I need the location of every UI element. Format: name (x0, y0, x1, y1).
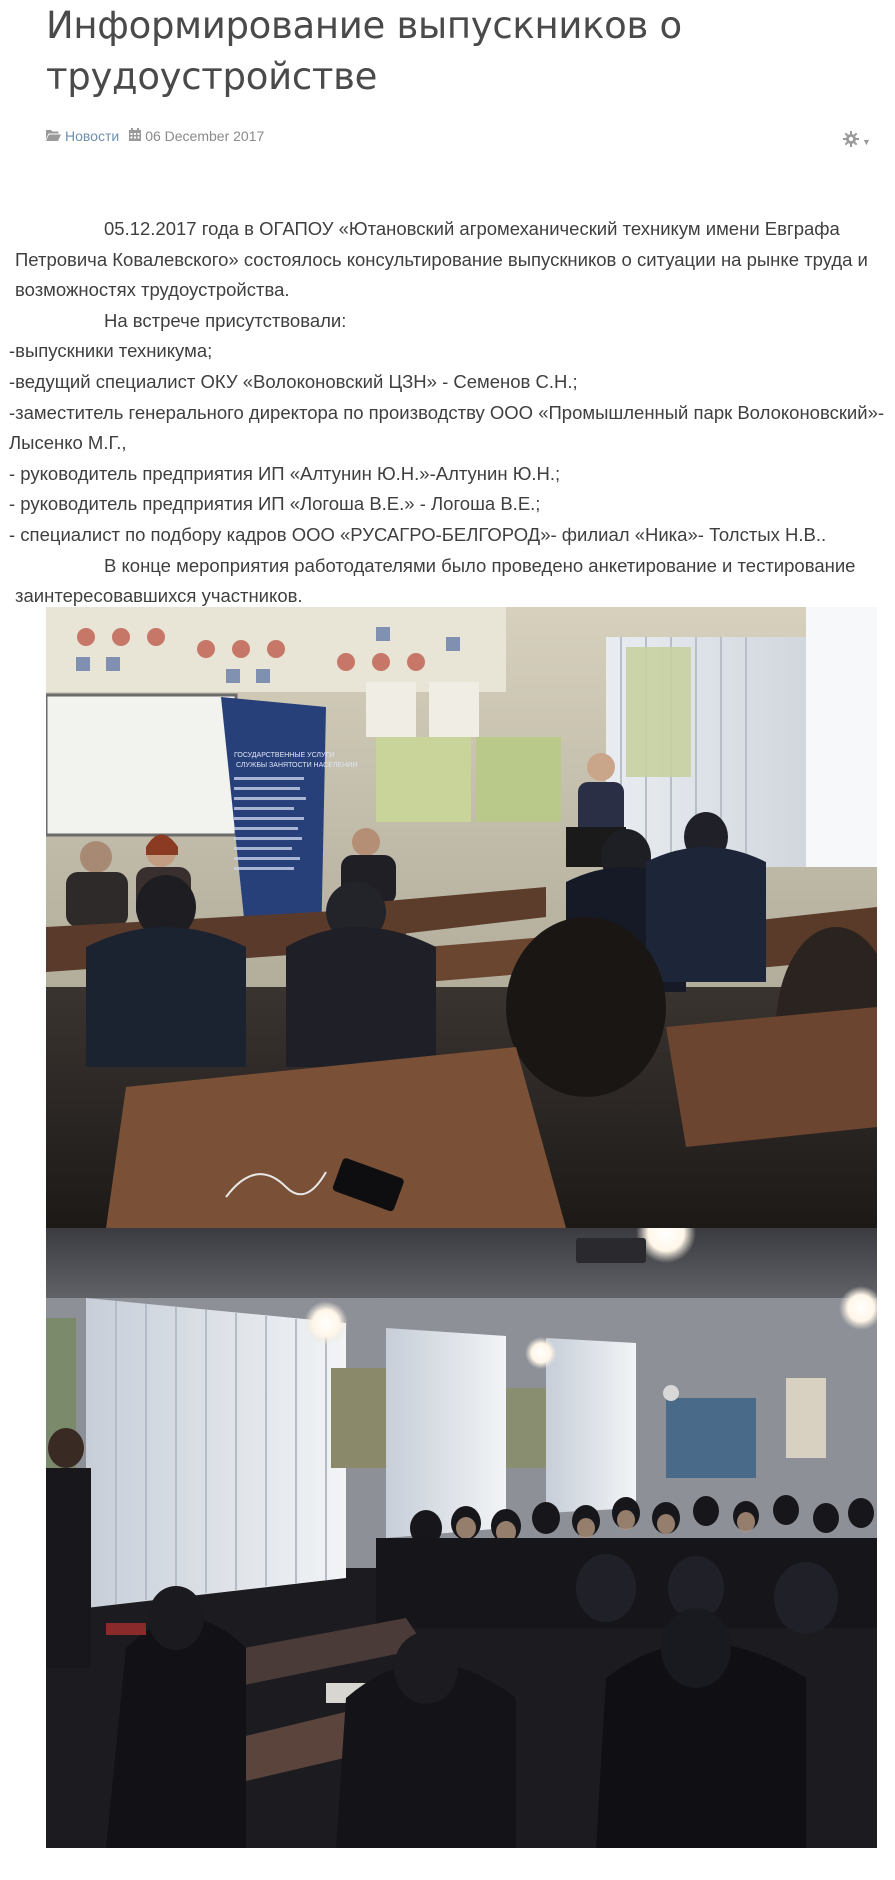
body-line: 05.12.2017 года в ОГАПОУ «Ютановский агр… (104, 218, 840, 239)
meeting-photo-2 (46, 1228, 877, 1848)
chevron-down-icon[interactable]: ▼ (862, 137, 871, 147)
body-line: Петровича Ковалевского» состоялось консу… (15, 248, 868, 270)
category-link[interactable]: Новости (46, 128, 119, 144)
published-date: 06 December 2017 (129, 128, 264, 144)
body-line: На встрече присутствовали: (104, 309, 347, 331)
body-line: - специалист по подбору кадров ООО «РУСА… (9, 524, 827, 545)
date-label: 06 December 2017 (145, 128, 265, 144)
banner-text: ГОСУДАРСТВЕННЫЕ УСЛУГИ (234, 752, 334, 759)
body-line: -ведущий специалист ОКУ «Волоконовский Ц… (9, 371, 578, 392)
title-line-2: трудоустройстве (46, 55, 378, 98)
body-line: -заместитель генерального директора по п… (9, 401, 885, 423)
category-label[interactable]: Новости (65, 128, 119, 144)
article-meta: Новости 06 December 2017 (46, 128, 274, 144)
body-line: - руководитель предприятия ИП «Логоша В.… (9, 493, 541, 515)
title-line-1: Информирование выпускников о (46, 4, 682, 47)
meeting-photo-1: ГОСУДАРСТВЕННЫЕ УСЛУГИ СЛУЖБЫ ЗАНЯТОСТИ … (46, 607, 877, 1228)
folder-open-icon (46, 128, 61, 144)
body-line: Лысенко М.Г., (9, 432, 127, 454)
body-line: возможностях трудоустройства. (15, 279, 290, 301)
article-title: Информирование выпускников о трудоустрой… (46, 0, 746, 102)
body-line: - руководитель предприятия ИП «Алтунин Ю… (9, 462, 561, 484)
article-tools-dropdown[interactable]: ▼ (843, 131, 871, 152)
calendar-icon (129, 128, 142, 144)
body-line: В конце мероприятия работодателями было … (104, 554, 856, 576)
body-line: -выпускники техникума; (9, 340, 213, 362)
gear-icon[interactable] (843, 131, 859, 152)
banner-text: СЛУЖБЫ ЗАНЯТОСТИ НАСЕЛЕНИЯ (236, 762, 357, 769)
